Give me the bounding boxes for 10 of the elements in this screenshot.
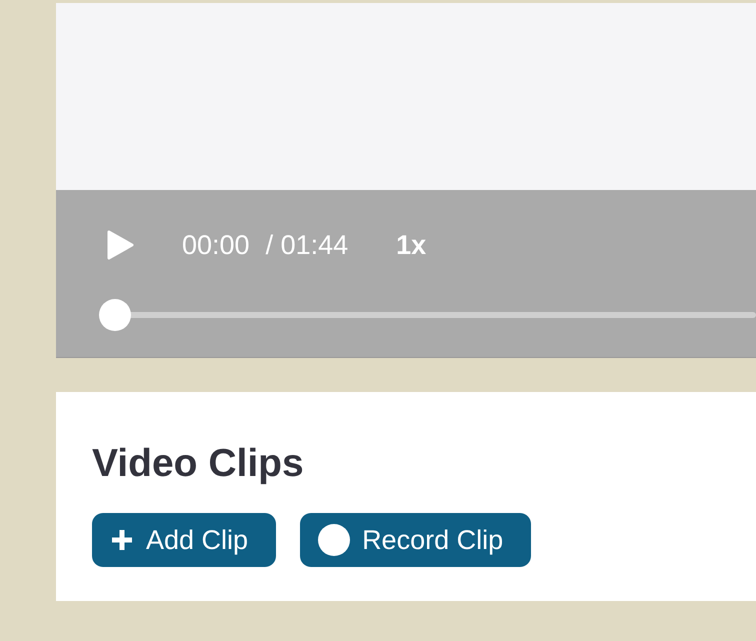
plus-icon (110, 528, 134, 552)
progress-slider[interactable] (99, 299, 756, 331)
section-title: Video Clips (92, 442, 305, 486)
progress-thumb[interactable] (99, 299, 131, 331)
circle-icon (318, 524, 350, 556)
play-button[interactable] (106, 230, 136, 260)
record-clip-button[interactable]: Record Clip (300, 513, 532, 567)
add-clip-button[interactable]: Add Clip (92, 513, 276, 567)
current-time: 00:00 (182, 230, 250, 260)
duration: / 01:44 (266, 230, 348, 260)
